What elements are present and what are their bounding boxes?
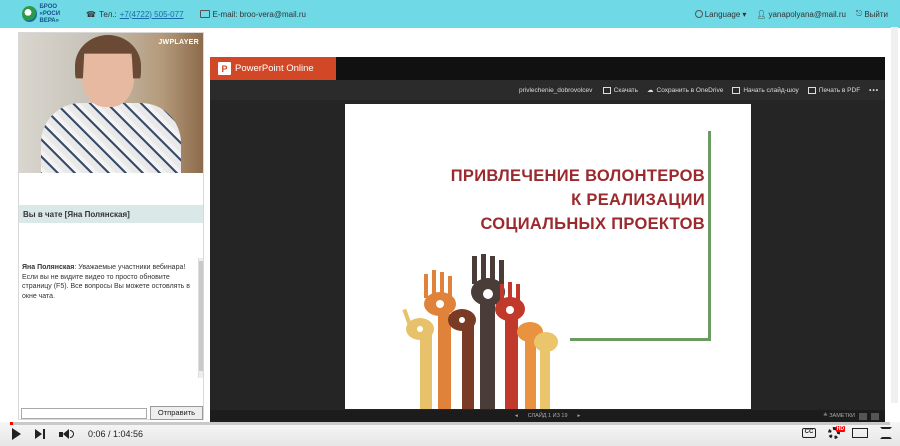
cloud-icon: ☁ — [647, 87, 654, 94]
ppt-brand-label: PowerPoint Online — [235, 63, 314, 74]
slide-accent-vertical — [708, 131, 711, 341]
logo-text: БРОО «РОСИ ВЕРА» — [39, 4, 78, 25]
slide-title-line: К РЕАЛИЗАЦИИ — [571, 191, 705, 209]
play-icon[interactable] — [12, 428, 21, 440]
ppt-brand[interactable]: P PowerPoint Online — [210, 57, 336, 80]
chevron-down-icon: ▾ — [742, 9, 747, 19]
hand-right-yellow — [534, 332, 558, 409]
progress-bar[interactable] — [10, 422, 890, 425]
footer-right: ≙ ЗАМЕТКИ — [823, 412, 879, 420]
print-pdf-button[interactable]: Печать в PDF — [807, 86, 861, 94]
logout-icon: ⎋ — [855, 9, 863, 18]
slide-navigation: ◂ СЛАЙД 1 ИЗ 19 ▸ — [515, 413, 580, 419]
slideshow-icon — [732, 86, 741, 94]
slide-title: ПРИВЛЕЧЕНИЕ ВОЛОНТЕРОВ К РЕАЛИЗАЦИИ СОЦИ… — [405, 164, 705, 236]
hand-left-yellow — [402, 308, 434, 409]
print-pdf-label: Печать в PDF — [818, 86, 861, 94]
ppt-footer: ◂ СЛАЙД 1 ИЗ 19 ▸ ≙ ЗАМЕТКИ — [210, 410, 885, 422]
next-slide-button[interactable]: ▸ — [578, 413, 581, 419]
hand-brown — [448, 309, 476, 409]
slide-title-line: СОЦИАЛЬНЫХ ПРОЕКТОВ — [480, 215, 705, 233]
globe-icon — [694, 10, 703, 18]
powerpoint-icon: P — [218, 62, 231, 75]
phone-icon: ☎ — [86, 9, 96, 19]
email-text: E-mail: broo-vera@mail.ru — [212, 9, 307, 19]
chat-messages: Яна Полянская: Уважаемые участники вебин… — [19, 263, 197, 301]
slide-counter: СЛАЙД 1 ИЗ 19 — [527, 413, 568, 419]
progress-bar-fill — [10, 422, 13, 425]
user-email: yanapolyana@mail.ru — [768, 9, 846, 19]
user-menu[interactable]: 👤︎ yanapolyana@mail.ru — [756, 10, 846, 19]
slideshow-label: Начать слайд-шоу — [743, 86, 799, 94]
slide-canvas: ПРИВЛЕЧЕНИЕ ВОЛОНТЕРОВ К РЕАЛИЗАЦИИ СОЦИ… — [345, 104, 751, 409]
notes-button[interactable]: ≙ ЗАМЕТКИ — [823, 413, 855, 419]
phone-contact: ☎ Тел.: +7(4722) 505-077 — [86, 10, 184, 19]
phone-link[interactable]: +7(4722) 505-077 — [120, 10, 184, 19]
send-button[interactable]: Отправить — [150, 406, 203, 420]
logo-line-1: БРОО «РОСИ — [39, 3, 61, 17]
fullscreen-icon[interactable] — [880, 427, 892, 439]
video-player-controls: 0:06 / 1:04:56 CC HD — [0, 422, 900, 446]
reading-view-icon[interactable] — [871, 412, 879, 420]
hand-dark-center — [471, 254, 505, 409]
hd-badge: HD — [835, 426, 845, 432]
raised-hands-illustration — [402, 254, 558, 409]
volume-icon[interactable] — [59, 429, 74, 439]
logo[interactable]: БРОО «РОСИ ВЕРА» — [22, 3, 78, 25]
slide-title-line: ПРИВЛЕЧЕНИЕ ВОЛОНТЕРОВ — [450, 167, 705, 185]
save-onedrive-label: Сохранить в OneDrive — [656, 86, 724, 94]
theater-icon[interactable] — [852, 428, 868, 438]
chat-message-author: Яна Полянская — [22, 264, 75, 271]
download-label: Скачать — [613, 86, 639, 94]
ppt-header: P PowerPoint Online — [210, 57, 885, 80]
next-icon[interactable] — [35, 429, 45, 439]
prev-slide-button[interactable]: ◂ — [515, 413, 518, 419]
phone-label: Тел.: — [98, 9, 117, 19]
logo-line-2: ВЕРА» — [39, 17, 59, 24]
powerpoint-viewer: P PowerPoint Online privlechenie_dobrovo… — [210, 57, 885, 422]
settings-icon[interactable]: HD — [828, 426, 845, 439]
language-label: Language — [704, 9, 741, 19]
chat-message: Яна Полянская: Уважаемые участники вебин… — [22, 263, 194, 301]
time-display: 0:06 / 1:04:56 — [88, 429, 144, 439]
download-button[interactable]: Скачать — [602, 86, 639, 94]
page-scrollbar[interactable] — [891, 27, 898, 403]
jwplayer-watermark: JWPLAYER — [158, 39, 199, 46]
chat-header: Вы в чате [Яна Полянская] — [19, 205, 203, 223]
logo-mark-icon — [22, 6, 38, 22]
normal-view-icon[interactable] — [859, 412, 867, 420]
hand-red — [495, 282, 525, 409]
ppt-filename: privlechenie_dobrovolcev — [519, 86, 593, 94]
ppt-tools: Скачать ☁ Сохранить в OneDrive Начать сл… — [602, 86, 879, 95]
slide-accent-horizontal — [570, 338, 711, 341]
presenter-body — [41, 103, 181, 173]
more-options-button[interactable]: ••• — [869, 87, 879, 94]
email-contact: E-mail: broo-vera@mail.ru — [199, 9, 307, 19]
chat-scrollbar[interactable] — [198, 258, 203, 378]
app-root: БРОО «РОСИ ВЕРА» ☎ Тел.: +7(4722) 505-07… — [0, 0, 900, 446]
logout-link[interactable]: ⎋ Выйти — [856, 9, 888, 19]
player-right-controls: CC HD — [802, 426, 892, 439]
chat-input[interactable] — [21, 408, 147, 419]
ppt-toolbar: privlechenie_dobrovolcev Скачать ☁ Сохра… — [210, 80, 885, 100]
logout-label: Выйти — [864, 9, 888, 19]
chat-scrollbar-thumb[interactable] — [199, 261, 203, 371]
mail-icon — [199, 10, 210, 18]
print-icon — [807, 86, 816, 94]
slideshow-button[interactable]: Начать слайд-шоу — [732, 86, 799, 94]
captions-icon[interactable]: CC — [802, 428, 816, 438]
user-icon: 👤︎ — [756, 9, 767, 19]
left-panel: JWPLAYER Вы в чате [Яна Полянская] Яна П… — [18, 32, 204, 420]
top-right-menu: Language ▾ 👤︎ yanapolyana@mail.ru ⎋ Выйт… — [694, 9, 888, 19]
webcam-video[interactable]: JWPLAYER — [19, 33, 203, 173]
language-menu[interactable]: Language ▾ — [694, 9, 747, 19]
top-bar: БРОО «РОСИ ВЕРА» ☎ Тел.: +7(4722) 505-07… — [0, 0, 900, 28]
save-onedrive-button[interactable]: ☁ Сохранить в OneDrive — [647, 86, 724, 95]
player-left-controls: 0:06 / 1:04:56 — [12, 428, 143, 440]
download-icon — [602, 86, 611, 94]
